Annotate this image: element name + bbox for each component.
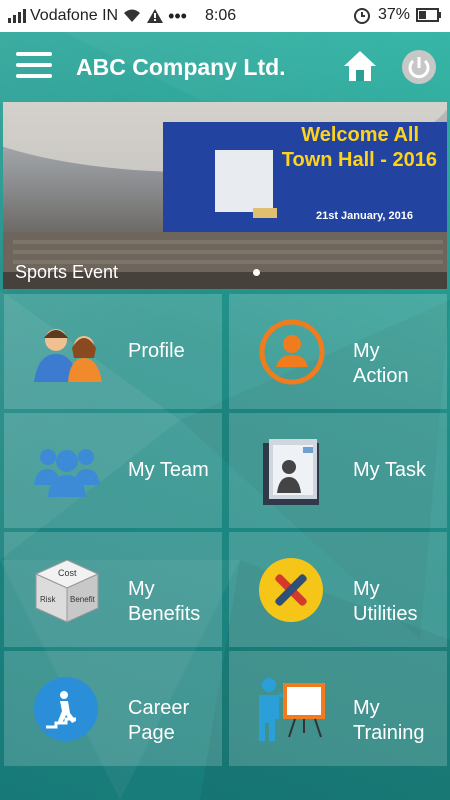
tile-career-page[interactable]: Career Page xyxy=(4,651,222,766)
tile-label-line1: My xyxy=(128,578,155,600)
tile-label-line1: Career xyxy=(128,697,190,719)
tile-label-line1: My xyxy=(353,340,380,362)
tile-label-line2: Page xyxy=(128,722,175,744)
power-button[interactable] xyxy=(402,50,436,84)
status-left: Vodafone IN ••• xyxy=(8,6,187,27)
tile-profile[interactable]: Profile xyxy=(4,294,222,409)
tile-label-line1: My xyxy=(353,578,380,600)
career-steps-icon xyxy=(34,677,98,741)
tile-label-line2: Action xyxy=(353,365,409,387)
power-icon xyxy=(408,57,430,79)
status-bar: Vodafone IN ••• 8:06 37% xyxy=(0,0,450,32)
tile-my-team[interactable]: My Team xyxy=(4,413,222,528)
menu-icon xyxy=(16,52,52,56)
dice-icon: Cost Risk Benefit xyxy=(34,559,100,623)
team-icon xyxy=(34,449,100,497)
app-bar: ABC Company Ltd. xyxy=(0,32,450,102)
tile-label: Profile xyxy=(128,340,185,362)
menu-button[interactable] xyxy=(16,52,52,82)
tile-my-utilities[interactable]: My Utilities xyxy=(229,532,447,647)
menu-icon-bar xyxy=(16,63,52,67)
dice-right-word: Benefit xyxy=(70,595,96,604)
more-dots-icon: ••• xyxy=(168,5,187,26)
profile-icon xyxy=(34,329,102,382)
carousel-indicator xyxy=(253,269,260,276)
banner-carousel[interactable]: Welcome All Town Hall - 2016 21st Januar… xyxy=(3,102,447,289)
tile-label: My Task xyxy=(353,459,426,481)
training-board-icon xyxy=(259,678,325,741)
menu-icon-bar xyxy=(16,74,52,78)
task-folder-icon xyxy=(263,439,319,505)
action-person-icon xyxy=(259,319,325,385)
home-icon[interactable] xyxy=(342,48,378,84)
banner-date: 21st January, 2016 xyxy=(315,210,413,222)
carrier-name: Vodafone IN xyxy=(30,7,119,24)
tile-label-line2: Utilities xyxy=(353,603,418,625)
warning-icon xyxy=(147,9,164,23)
tile-label-line1: My xyxy=(353,697,380,719)
tile-my-benefits[interactable]: Cost Risk Benefit My Benefits xyxy=(4,532,222,647)
status-right: 37% xyxy=(352,5,442,25)
tile-label: My Team xyxy=(128,459,209,481)
dice-top-word: Cost xyxy=(58,568,77,578)
battery-percent: 37% xyxy=(377,6,410,23)
clock: 8:06 xyxy=(205,7,237,24)
alarm-icon xyxy=(353,8,370,24)
signal-icon xyxy=(8,9,26,23)
battery-icon xyxy=(416,8,441,22)
banner-headline-line2: Town Hall - 2016 xyxy=(281,149,437,171)
tile-my-task[interactable]: My Task xyxy=(229,413,447,528)
tile-label-line2: Training xyxy=(353,722,425,744)
banner-headline-line1: Welcome All xyxy=(301,124,419,146)
app-title: ABC Company Ltd. xyxy=(76,54,286,80)
dice-left-word: Risk xyxy=(40,595,57,604)
tile-my-training[interactable]: My Training xyxy=(229,651,447,766)
tools-icon xyxy=(259,558,323,622)
banner-caption: Sports Event xyxy=(15,262,119,282)
tile-label-line2: Benefits xyxy=(128,603,201,625)
wifi-icon xyxy=(124,9,141,22)
tile-my-action[interactable]: My Action xyxy=(229,294,447,409)
